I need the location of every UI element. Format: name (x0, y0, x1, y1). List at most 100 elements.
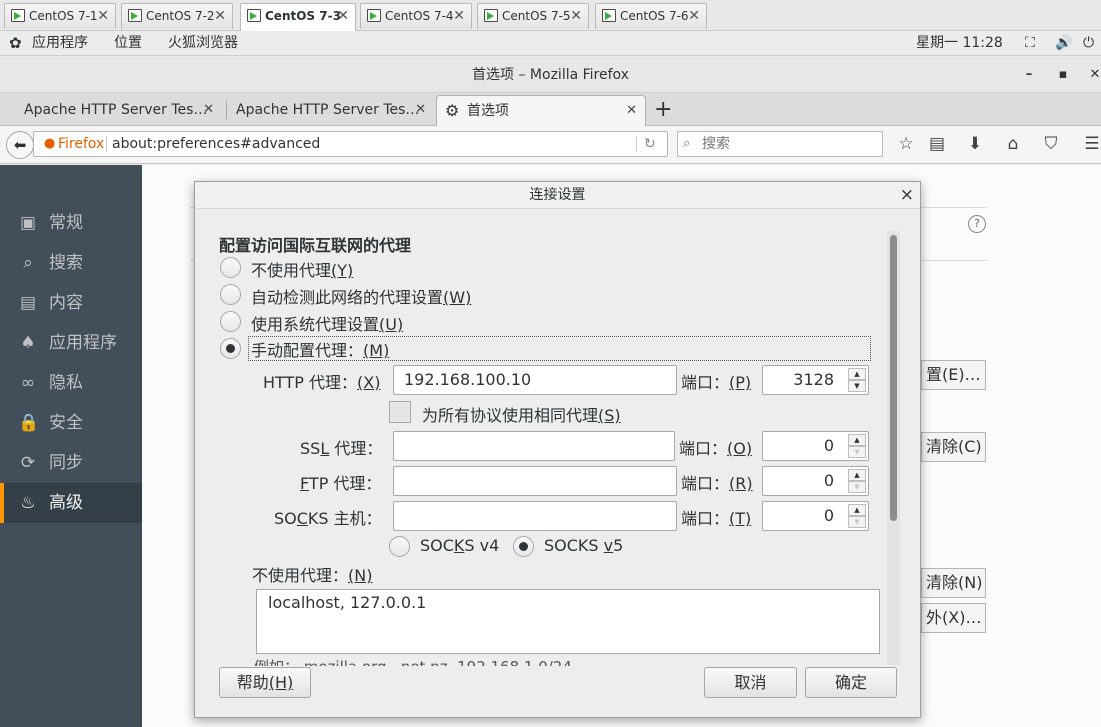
auto-detect-radio[interactable] (220, 284, 241, 305)
vm-icon (484, 9, 498, 22)
browser-tab-apache-1[interactable]: Apache HTTP Server Tes… ✕ (0, 95, 222, 126)
socks-v5-label[interactable]: SOCKS v5 (544, 536, 623, 555)
manual-proxy-label[interactable]: 手动配置代理：(M) (248, 336, 871, 361)
same-proxy-checkbox[interactable] (389, 401, 411, 423)
sidebar-item-label: 同步 (49, 453, 83, 473)
ok-button[interactable]: 确定 (805, 667, 897, 698)
lock-icon: 🔒 (18, 413, 40, 433)
clock[interactable]: 星期一 11:28 (916, 31, 1003, 55)
vm-tab-centos-7-5[interactable]: CentOS 7-5 ✕ (477, 3, 589, 29)
no-proxy-label[interactable]: 不使用代理(Y) (251, 257, 353, 281)
decrement-icon[interactable]: ▼ (848, 481, 866, 493)
close-icon[interactable]: ✕ (570, 4, 582, 28)
browser-tab-strip: Apache HTTP Server Tes… ✕ Apache HTTP Se… (0, 93, 1101, 126)
url-bar[interactable]: ● Firefox about:preferences#advanced ↻ (33, 131, 668, 157)
decrement-icon[interactable]: ▼ (848, 380, 866, 392)
vm-tab-centos-7-4[interactable]: CentOS 7-4 ✕ (360, 3, 472, 29)
sidebar-item-security[interactable]: 🔒 安全 (0, 403, 142, 443)
scrollbar-track[interactable] (887, 231, 900, 665)
minimize-button[interactable]: – (1019, 57, 1039, 93)
browser-tab-apache-2[interactable]: Apache HTTP Server Tes… ✕ (212, 95, 434, 126)
close-icon[interactable]: ✕ (337, 4, 349, 28)
applications-menu[interactable]: 应用程序 (32, 31, 88, 55)
increment-icon[interactable]: ▲ (848, 504, 866, 516)
ssl-proxy-input[interactable] (393, 431, 675, 461)
firefox-menu[interactable]: 火狐浏览器 (168, 31, 238, 55)
network-settings-button[interactable]: 置(E)… (921, 360, 986, 390)
reload-icon[interactable]: ↻ (644, 132, 656, 156)
scrollbar-thumb[interactable] (890, 235, 897, 521)
bookmark-star-icon[interactable]: ☆ (895, 134, 917, 156)
ssl-port-stepper[interactable]: 0 ▲ ▼ (762, 431, 869, 461)
close-icon[interactable]: ✕ (97, 4, 109, 28)
socks-host-input[interactable] (393, 501, 677, 531)
socks-port-stepper[interactable]: 0 ▲ ▼ (762, 501, 869, 531)
downloads-icon[interactable]: ⬇ (964, 134, 986, 156)
power-icon[interactable]: ⏻ (1083, 31, 1094, 55)
increment-icon[interactable]: ▲ (848, 469, 866, 481)
clear-offline-button[interactable]: 清除(N) (921, 568, 986, 598)
help-icon[interactable]: ? (968, 215, 986, 233)
vm-tab-label: CentOS 7-4 (385, 9, 454, 23)
sidebar-item-content[interactable]: ▤ 内容 (0, 283, 142, 323)
socks-v4-radio[interactable] (389, 536, 410, 557)
pocket-icon[interactable]: ⛉ (1040, 134, 1062, 156)
sidebar-item-advanced[interactable]: ♨ 高级 (0, 483, 142, 523)
close-icon[interactable]: ✕ (626, 96, 637, 126)
sidebar-item-label: 应用程序 (49, 333, 117, 353)
sidebar-item-privacy[interactable]: ∞ 隐私 (0, 363, 142, 403)
exceptions-button[interactable]: 外(X)… (921, 603, 986, 633)
network-icon[interactable]: ⛶ (1025, 31, 1035, 55)
close-icon[interactable]: ✕ (688, 4, 700, 28)
maximize-button[interactable]: ▪ (1053, 57, 1073, 93)
system-proxy-label[interactable]: 使用系统代理设置(U) (251, 311, 403, 335)
http-proxy-input[interactable]: 192.168.100.10 (393, 365, 677, 395)
sidebar-item-label: 搜索 (49, 253, 83, 273)
menu-icon[interactable]: ☰ (1081, 134, 1101, 156)
increment-icon[interactable]: ▲ (848, 434, 866, 446)
vm-tab-centos-7-2[interactable]: CentOS 7-2 ✕ (121, 3, 233, 29)
socks-port-value: 0 (823, 506, 834, 525)
no-proxy-radio[interactable] (220, 257, 241, 278)
vm-tab-centos-7-3[interactable]: CentOS 7-3 ✕ (240, 3, 356, 31)
sidebar-item-sync[interactable]: ⟳ 同步 (0, 443, 142, 483)
places-menu[interactable]: 位置 (114, 31, 142, 55)
dialog-close-button[interactable]: × (900, 182, 914, 209)
same-proxy-label[interactable]: 为所有协议使用相同代理(S) (422, 402, 621, 426)
vm-tab-label: CentOS 7-5 (502, 9, 571, 23)
ftp-proxy-input[interactable] (393, 466, 677, 496)
home-icon[interactable]: ⌂ (1002, 134, 1024, 156)
vm-tab-centos-7-1[interactable]: CentOS 7-1 ✕ (4, 3, 116, 29)
clear-cache-button[interactable]: 清除(C) (921, 432, 986, 462)
no-proxy-example: 例如：.mozilla.org, .net.nz, 192.168.1.0/24 (254, 656, 572, 666)
browser-tab-preferences[interactable]: ⚙ 首选项 ✕ (436, 95, 646, 126)
volume-icon[interactable]: 🔊 (1055, 31, 1072, 55)
sidebar-item-search[interactable]: ⌕ 搜索 (0, 243, 142, 283)
no-proxy-textarea[interactable]: localhost, 127.0.0.1 (256, 589, 880, 654)
close-icon[interactable]: ✕ (214, 4, 226, 28)
system-proxy-radio[interactable] (220, 311, 241, 332)
search-box[interactable]: ⌕ 搜索 (677, 131, 883, 157)
decrement-icon[interactable]: ▼ (848, 446, 866, 458)
vm-tab-centos-7-6[interactable]: CentOS 7-6 ✕ (595, 3, 707, 29)
ftp-port-stepper[interactable]: 0 ▲ ▼ (762, 466, 869, 496)
socks-v5-radio[interactable] (513, 536, 534, 557)
sidebar-item-general[interactable]: ▣ 常规 (0, 203, 142, 243)
increment-icon[interactable]: ▲ (848, 368, 866, 380)
socks-v4-label[interactable]: SOCKS v4 (420, 536, 499, 555)
auto-detect-label[interactable]: 自动检测此网络的代理设置(W) (251, 284, 471, 308)
close-window-button[interactable]: ✕ (1085, 57, 1101, 93)
new-tab-button[interactable]: + (650, 95, 678, 126)
cancel-button[interactable]: 取消 (704, 667, 797, 698)
reading-list-icon[interactable]: ▤ (926, 134, 948, 156)
http-port-stepper[interactable]: 3128 ▲ ▼ (762, 365, 869, 395)
sidebar-item-applications[interactable]: ♠ 应用程序 (0, 323, 142, 363)
decrement-icon[interactable]: ▼ (848, 516, 866, 528)
help-button[interactable]: 帮助(H) (219, 667, 311, 698)
ftp-proxy-label: FTP 代理： (300, 474, 382, 493)
close-icon[interactable]: ✕ (453, 4, 465, 28)
back-button[interactable]: ⬅ (6, 131, 34, 159)
url-text[interactable]: about:preferences#advanced (112, 132, 320, 156)
close-icon[interactable]: ✕ (415, 95, 426, 125)
manual-proxy-radio[interactable] (220, 338, 241, 359)
